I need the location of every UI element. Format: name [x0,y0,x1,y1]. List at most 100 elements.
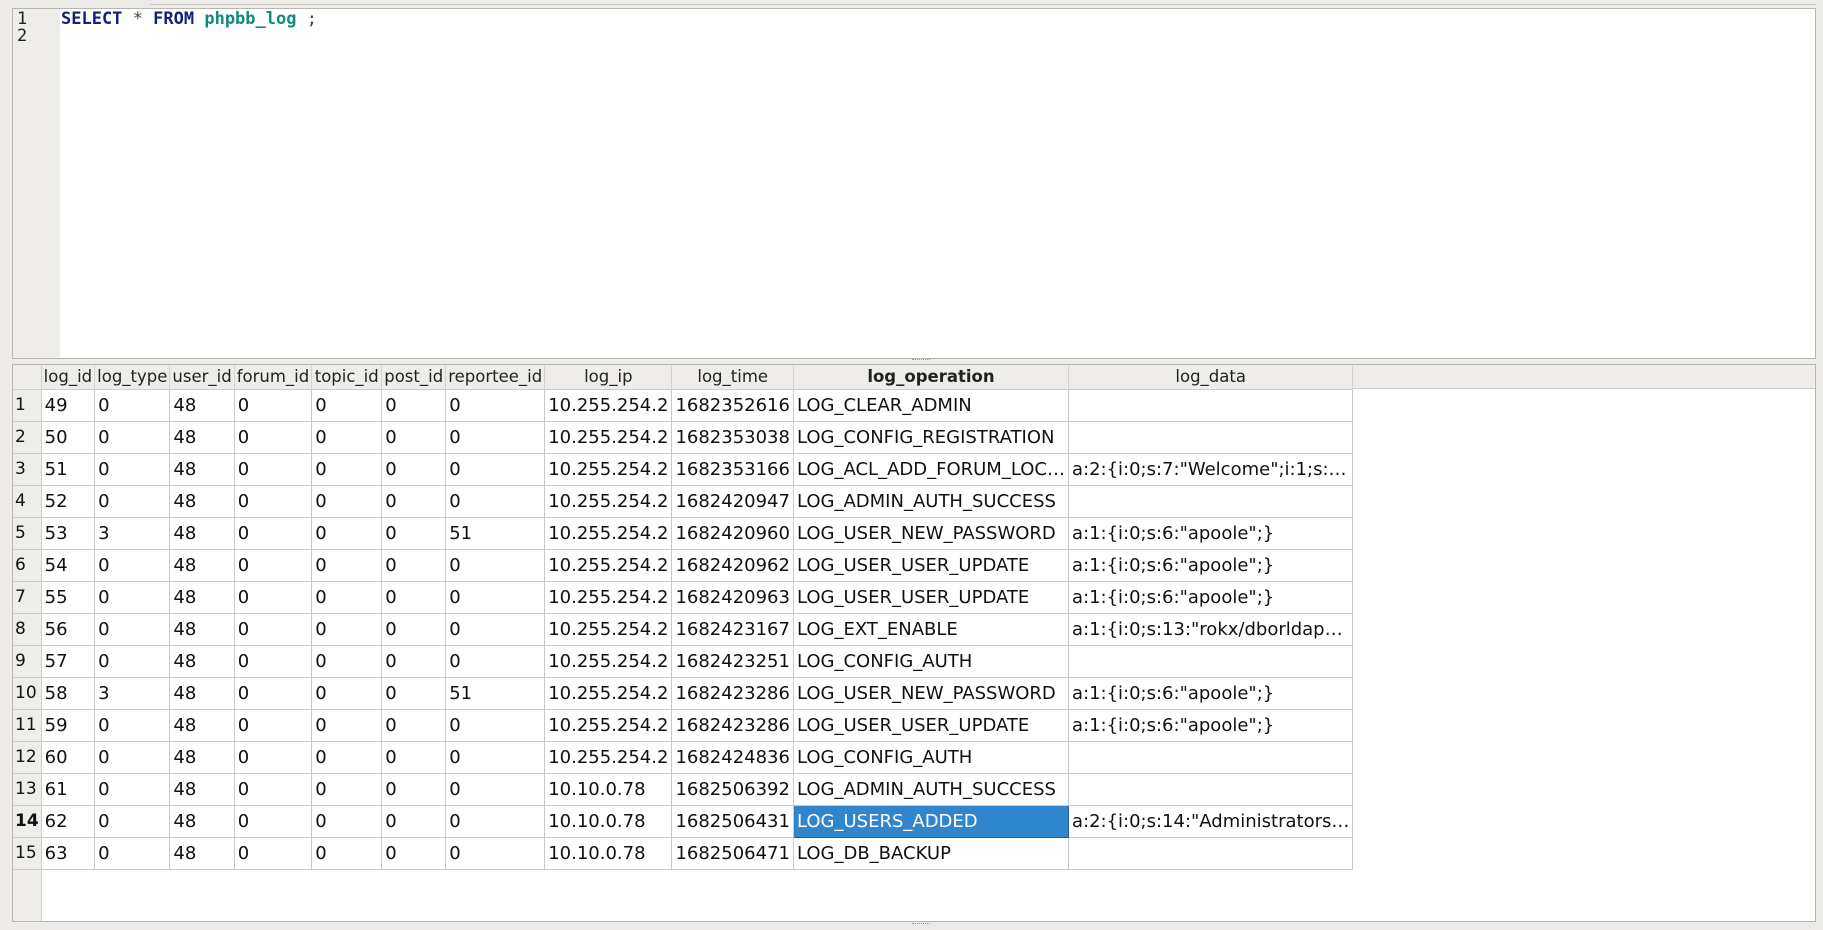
bottom-splitter[interactable] [12,923,1816,928]
cell-reportee_id[interactable]: 0 [445,805,546,838]
cell-log_operation[interactable]: LOG_CONFIG_AUTH [793,741,1069,774]
cell-log_data[interactable] [1068,421,1354,454]
cell-post_id[interactable]: 0 [381,805,447,838]
cell-forum_id[interactable]: 0 [234,517,313,550]
cell-log_id[interactable]: 56 [41,613,96,646]
cell-log_operation[interactable]: LOG_USER_USER_UPDATE [793,549,1069,582]
cell-log_time[interactable]: 1682353166 [671,453,794,486]
table-row[interactable]: 2 50 0 48 0 0 0 0 10.255.254.2 1682353038 LOG_CONF… [13,421,1354,454]
cell-log_operation[interactable]: LOG_USER_USER_UPDATE [793,581,1069,614]
row-number[interactable]: 5 [13,517,42,550]
cell-topic_id[interactable]: 0 [311,453,383,486]
cell-reportee_id[interactable]: 0 [445,645,546,678]
cell-user_id[interactable]: 48 [169,581,235,614]
cell-user_id[interactable]: 48 [169,773,235,806]
cell-reportee_id[interactable]: 0 [445,453,546,486]
cell-user_id[interactable]: 48 [169,645,235,678]
cell-forum_id[interactable]: 0 [234,677,313,710]
column-header-reportee_id[interactable]: reportee_id [445,365,546,390]
column-header-log_time[interactable]: log_time [671,365,794,390]
cell-log_time[interactable]: 1682506431 [671,805,794,838]
cell-topic_id[interactable]: 0 [311,421,383,454]
cell-post_id[interactable]: 0 [381,677,447,710]
row-number[interactable]: 8 [13,613,42,646]
cell-user_id[interactable]: 48 [169,709,235,742]
cell-log_ip[interactable]: 10.255.254.2 [544,421,673,454]
column-header-log_data[interactable]: log_data [1068,365,1354,390]
cell-log_data[interactable]: a:1:{i:0;s:6:"apoole";} [1068,549,1354,582]
cell-post_id[interactable]: 0 [381,613,447,646]
cell-user_id[interactable]: 48 [169,389,235,422]
cell-log_time[interactable]: 1682423286 [671,677,794,710]
cell-forum_id[interactable]: 0 [234,549,313,582]
cell-topic_id[interactable]: 0 [311,645,383,678]
row-number[interactable]: 12 [13,741,42,774]
row-number[interactable]: 11 [13,709,42,742]
cell-reportee_id[interactable]: 0 [445,581,546,614]
cell-log_ip[interactable]: 10.255.254.2 [544,741,673,774]
cell-log_id[interactable]: 53 [41,517,96,550]
cell-post_id[interactable]: 0 [381,581,447,614]
table-row[interactable]: 14 62 0 48 0 0 0 0 10.10.0.78 1682506431 LOG_USERS… [13,804,1354,838]
cell-log_data[interactable] [1068,389,1354,422]
cell-user_id[interactable]: 48 [169,517,235,550]
cell-log_time[interactable]: 1682353038 [671,421,794,454]
cell-log_data[interactable] [1068,837,1354,870]
cell-log_data[interactable]: a:1:{i:0;s:13:"rokx/dborldap… [1068,613,1354,646]
cell-post_id[interactable]: 0 [381,549,447,582]
cell-forum_id[interactable]: 0 [234,773,313,806]
cell-user_id[interactable]: 48 [169,549,235,582]
table-row[interactable]: 1 49 0 48 0 0 0 0 10.255.254.2 1682352616 LOG_CLEA… [13,389,1354,422]
cell-forum_id[interactable]: 0 [234,389,313,422]
cell-log_time[interactable]: 1682506471 [671,837,794,870]
cell-topic_id[interactable]: 0 [311,677,383,710]
cell-log_type[interactable]: 0 [94,549,171,582]
cell-log_operation[interactable]: LOG_USER_NEW_PASSWORD [793,517,1069,550]
cell-log_operation[interactable]: LOG_USERS_ADDED [792,804,1069,838]
cell-log_operation[interactable]: LOG_USER_USER_UPDATE [793,709,1069,742]
cell-log_time[interactable]: 1682420947 [671,485,794,518]
cell-forum_id[interactable]: 0 [234,741,313,774]
cell-forum_id[interactable]: 0 [234,581,313,614]
cell-user_id[interactable]: 48 [169,613,235,646]
cell-forum_id[interactable]: 0 [234,613,313,646]
cell-topic_id[interactable]: 0 [311,773,383,806]
cell-log_type[interactable]: 0 [94,613,171,646]
cell-log_operation[interactable]: LOG_CONFIG_REGISTRATION [793,421,1069,454]
sql-editor[interactable]: 1 2 SELECT * FROM phpbb_log ; [12,8,1816,359]
cell-log_time[interactable]: 1682352616 [671,389,794,422]
cell-log_data[interactable] [1068,645,1354,678]
cell-log_operation[interactable]: LOG_EXT_ENABLE [793,613,1069,646]
table-row[interactable]: 15 63 0 48 0 0 0 0 10.10.0.78 1682506471 LOG_DB_BA… [13,837,1354,870]
cell-log_id[interactable]: 62 [41,805,96,838]
cell-log_id[interactable]: 61 [41,773,96,806]
cell-reportee_id[interactable]: 0 [445,549,546,582]
cell-topic_id[interactable]: 0 [311,549,383,582]
cell-post_id[interactable]: 0 [381,773,447,806]
cell-reportee_id[interactable]: 51 [445,517,546,550]
cell-reportee_id[interactable]: 0 [445,485,546,518]
cell-log_time[interactable]: 1682423286 [671,709,794,742]
column-header-log_id[interactable]: log_id [41,365,96,390]
cell-log_id[interactable]: 51 [41,453,96,486]
table-row[interactable]: 4 52 0 48 0 0 0 0 10.255.254.2 1682420947 LOG_ADMI… [13,485,1354,518]
cell-log_type[interactable]: 0 [94,421,171,454]
cell-log_operation[interactable]: LOG_DB_BACKUP [793,837,1069,870]
row-number[interactable]: 10 [13,677,42,710]
cell-user_id[interactable]: 48 [169,837,235,870]
cell-log_id[interactable]: 57 [41,645,96,678]
cell-log_type[interactable]: 0 [94,485,171,518]
cell-reportee_id[interactable]: 0 [445,837,546,870]
cell-log_ip[interactable]: 10.255.254.2 [544,389,673,422]
cell-log_time[interactable]: 1682423167 [671,613,794,646]
cell-user_id[interactable]: 48 [169,453,235,486]
cell-forum_id[interactable]: 0 [234,485,313,518]
table-row[interactable]: 9 57 0 48 0 0 0 0 10.255.254.2 1682423251 LOG_CONF… [13,645,1354,678]
cell-user_id[interactable]: 48 [169,677,235,710]
cell-log_id[interactable]: 60 [41,741,96,774]
table-row[interactable]: 13 61 0 48 0 0 0 0 10.10.0.78 1682506392 LOG_ADMIN… [13,773,1354,806]
cell-log_id[interactable]: 59 [41,709,96,742]
cell-post_id[interactable]: 0 [381,485,447,518]
cell-post_id[interactable]: 0 [381,421,447,454]
cell-reportee_id[interactable]: 51 [445,677,546,710]
